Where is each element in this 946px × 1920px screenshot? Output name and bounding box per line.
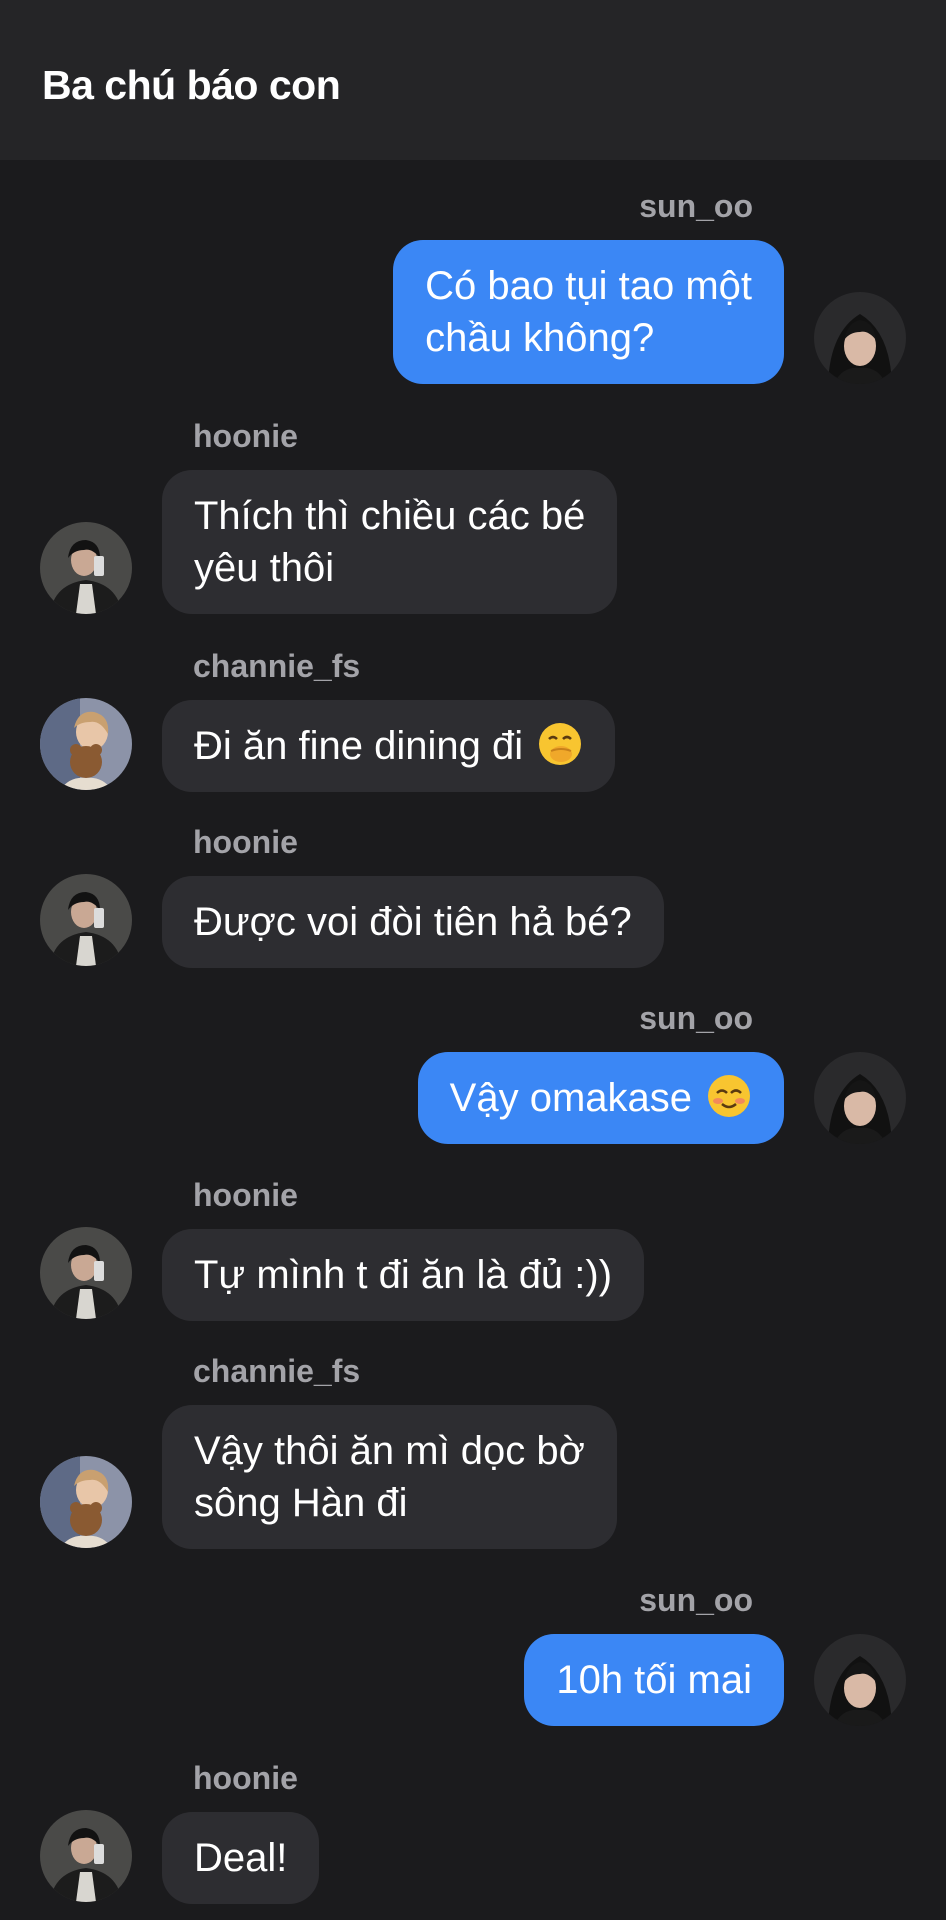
message-line: Thích thì chiều các bé xyxy=(194,494,586,538)
sender-name: sun_oo xyxy=(639,1582,753,1618)
message-text: Deal! xyxy=(194,1836,288,1880)
message-line: Vậy thôi ăn mì dọc bờ xyxy=(194,1429,585,1473)
message-bubble-incoming[interactable]: Được voi đòi tiên hả bé? xyxy=(162,876,664,968)
avatar-channie-fs[interactable] xyxy=(40,698,132,790)
message-bubble-outgoing[interactable]: Vậy omakase xyxy=(417,1052,784,1144)
avatar-hoonie[interactable] xyxy=(40,1227,132,1319)
message-bubble-outgoing[interactable]: Có bao tụi tao một chầu không? xyxy=(393,240,784,384)
message-line: yêu thôi xyxy=(194,546,335,590)
message-bubble-incoming[interactable]: Vậy thôi ăn mì dọc bờ sông Hàn đi xyxy=(162,1405,617,1549)
smiling-blushing-emoji xyxy=(706,1073,752,1119)
message-bubble-incoming[interactable]: Thích thì chiều các bé yêu thôi xyxy=(162,470,618,614)
message-text: 10h tối mai xyxy=(556,1658,752,1702)
message-line: sông Hàn đi xyxy=(194,1481,408,1525)
message-bubble-incoming[interactable]: Deal! xyxy=(162,1812,320,1904)
sender-name: hoonie xyxy=(193,1177,298,1213)
message-bubble-incoming[interactable]: Tự mình t đi ăn là đủ :)) xyxy=(162,1229,645,1321)
avatar-sun-oo[interactable] xyxy=(814,1052,906,1144)
message-bubble-outgoing[interactable]: 10h tối mai xyxy=(524,1634,784,1726)
sender-name: hoonie xyxy=(193,1760,298,1796)
avatar-hoonie[interactable] xyxy=(40,522,132,614)
avatar-sun-oo[interactable] xyxy=(814,292,906,384)
hand-over-mouth-emoji xyxy=(537,721,583,767)
sender-name: sun_oo xyxy=(639,188,753,224)
avatar-hoonie[interactable] xyxy=(40,874,132,966)
message-text: Được voi đòi tiên hả bé? xyxy=(194,900,632,944)
message-line: chầu không? xyxy=(425,316,655,360)
sender-name: channie_fs xyxy=(193,1353,361,1389)
sender-name: hoonie xyxy=(193,824,298,860)
message-line: Có bao tụi tao một xyxy=(425,264,752,308)
message-text: Tự mình t đi ăn là đủ :)) xyxy=(194,1253,613,1297)
avatar-hoonie[interactable] xyxy=(40,1810,132,1902)
message-text: Đi ăn fine dining đi xyxy=(194,724,524,768)
avatar-sun-oo[interactable] xyxy=(814,1634,906,1726)
message-bubble-incoming[interactable]: Đi ăn fine dining đi xyxy=(162,700,616,792)
chat-header: Ba chú báo con xyxy=(0,0,946,160)
sender-name: hoonie xyxy=(193,418,298,454)
avatar-channie-fs[interactable] xyxy=(40,1456,132,1548)
sender-name: sun_oo xyxy=(639,1000,753,1036)
sender-name: channie_fs xyxy=(193,648,361,684)
group-title[interactable]: Ba chú báo con xyxy=(42,62,341,109)
message-text: Vậy omakase xyxy=(449,1076,692,1120)
